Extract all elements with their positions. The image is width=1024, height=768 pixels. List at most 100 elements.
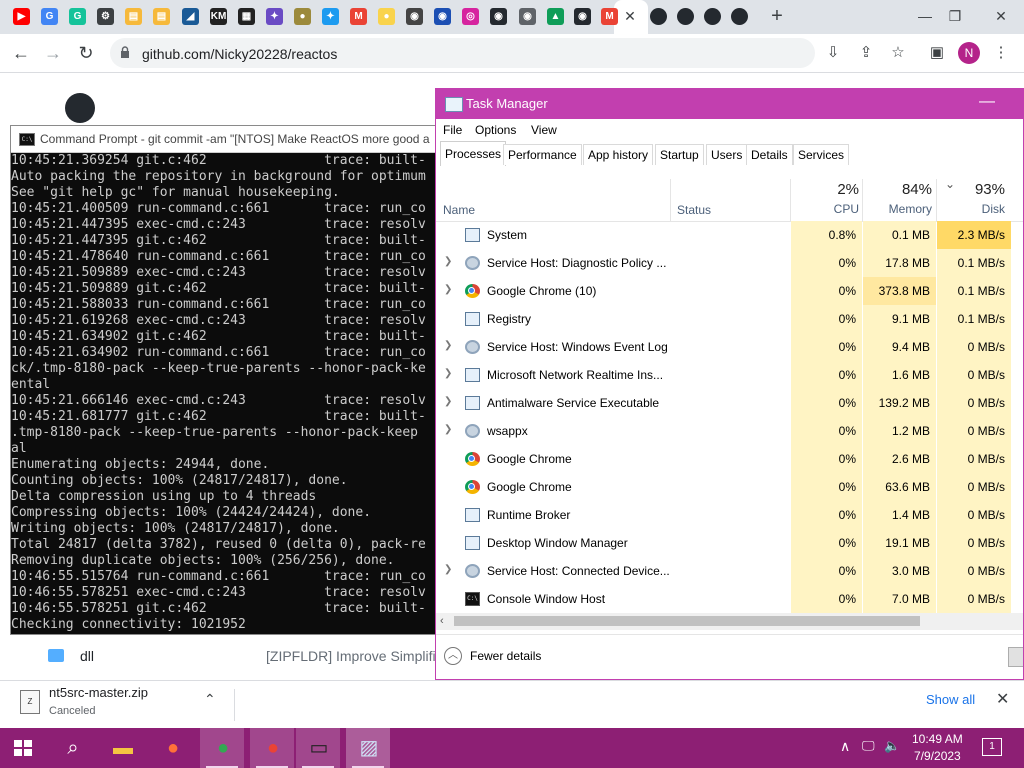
start-button[interactable] — [0, 728, 44, 768]
settings-icon[interactable]: ⚙ — [97, 8, 114, 25]
browser-restore-button[interactable]: ❐ — [940, 6, 970, 26]
youtube-icon[interactable]: ▶ — [13, 8, 30, 25]
forward-arrow-icon[interactable]: → — [40, 41, 66, 65]
process-row[interactable]: ❯ wsappx 0% 1.2 MB 0 MB/s — [436, 417, 1023, 445]
github-icon[interactable] — [731, 8, 748, 25]
task-manager-taskbar-button[interactable]: ▨ — [346, 728, 390, 768]
chrome-profile-n-taskbar-button[interactable]: ● — [250, 728, 294, 768]
file-explorer-taskbar-button[interactable]: ▬ — [100, 728, 144, 768]
github-icon[interactable]: ◉ — [574, 8, 591, 25]
sonic-icon[interactable]: ◉ — [434, 8, 451, 25]
side-panel-icon[interactable]: ▣ — [926, 42, 948, 64]
process-row[interactable]: ❯ Google Chrome (10) 0% 373.8 MB 0.1 MB/s — [436, 277, 1023, 305]
expand-chevron-icon[interactable]: ❯ — [444, 340, 452, 351]
clock-time[interactable]: 10:49 AM — [912, 732, 963, 746]
tab-users[interactable]: Users — [706, 144, 748, 165]
twitter-icon[interactable]: ✦ — [322, 8, 339, 25]
app-icon[interactable]: ◢ — [182, 8, 199, 25]
menu-view[interactable]: View — [531, 123, 557, 137]
tab-services[interactable]: Services — [793, 144, 850, 165]
process-row[interactable]: Desktop Window Manager 0% 19.1 MB 0 MB/s — [436, 529, 1023, 557]
tm-minimize-button[interactable]: — — [974, 93, 1000, 113]
column-status[interactable]: Status — [677, 203, 711, 217]
share-icon[interactable]: ⇪ — [855, 42, 877, 64]
profile-avatar[interactable]: N — [958, 42, 980, 64]
github-icon[interactable] — [704, 8, 721, 25]
github-icon[interactable] — [677, 8, 694, 25]
lock-icon[interactable] — [120, 46, 130, 58]
browser-close-button[interactable]: ✕ — [986, 6, 1016, 26]
scrollbar-thumb[interactable] — [454, 616, 920, 626]
tab-processes[interactable]: Processes — [440, 141, 507, 166]
download-file-name[interactable]: nt5src-master.zip — [49, 685, 148, 700]
chrome-icon[interactable]: ◉ — [519, 8, 536, 25]
folder-icon[interactable]: ▤ — [153, 8, 170, 25]
instagram-icon[interactable]: ◎ — [462, 8, 479, 25]
install-app-icon[interactable]: ⇩ — [822, 42, 844, 64]
bulb-icon[interactable]: ● — [378, 8, 395, 25]
horizontal-scrollbar[interactable]: ‹ — [436, 613, 1023, 630]
gmail-icon[interactable]: M — [350, 8, 367, 25]
download-options-chevron-icon[interactable]: ⌃ — [204, 691, 216, 708]
column-memory[interactable]: Memory — [889, 202, 932, 216]
github-icon[interactable] — [650, 8, 667, 25]
file-row-name[interactable]: dll — [80, 648, 94, 664]
menu-file[interactable]: File — [443, 123, 462, 137]
process-row[interactable]: ❯ Microsoft Network Realtime Ins... 0% 1.6 … — [436, 361, 1023, 389]
scroll-left-icon[interactable]: ‹ — [440, 613, 444, 630]
folder-icon[interactable]: ▤ — [125, 8, 142, 25]
expand-chevron-icon[interactable]: ❯ — [444, 284, 452, 295]
process-row[interactable]: Registry 0% 9.1 MB 0.1 MB/s — [436, 305, 1023, 333]
address-bar[interactable]: github.com/Nicky20228/reactos — [110, 38, 815, 68]
google-icon[interactable]: G — [41, 8, 58, 25]
drive-icon[interactable]: ▲ — [547, 8, 564, 25]
star-icon[interactable]: ✦ — [266, 8, 283, 25]
show-all-downloads-button[interactable]: Show all — [926, 692, 975, 707]
process-row[interactable]: ❯ Service Host: Windows Event Log 0% 9.4 MB… — [436, 333, 1023, 361]
tab-details[interactable]: Details — [746, 144, 793, 165]
back-arrow-icon[interactable]: ← — [8, 41, 34, 65]
new-tab-button[interactable]: + — [766, 5, 788, 27]
column-name[interactable]: Name — [443, 203, 475, 217]
tab-app-history[interactable]: App history — [583, 144, 654, 165]
game-icon[interactable]: ◉ — [406, 8, 423, 25]
network-icon[interactable]: 🖵 — [862, 738, 875, 754]
process-row[interactable]: ❯ Service Host: Diagnostic Policy ... 0% 17… — [436, 249, 1023, 277]
notification-center-icon[interactable]: 1 — [982, 738, 1002, 756]
tab-performance[interactable]: Performance — [503, 144, 582, 165]
grammarly-icon[interactable]: G — [69, 8, 86, 25]
tray-overflow-chevron-icon[interactable]: ∧ — [840, 738, 850, 755]
column-disk[interactable]: Disk — [982, 202, 1005, 216]
tab-close-icon[interactable]: ✕ — [620, 6, 640, 26]
task-manager-window[interactable]: Task Manager — File Options View Process… — [435, 88, 1024, 680]
process-row[interactable]: Runtime Broker 0% 1.4 MB 0 MB/s — [436, 501, 1023, 529]
column-divider[interactable] — [670, 179, 671, 221]
column-divider[interactable] — [862, 179, 863, 221]
process-row[interactable]: Google Chrome 0% 63.6 MB 0 MB/s — [436, 473, 1023, 501]
command-prompt-taskbar-button[interactable]: ▭ — [296, 728, 340, 768]
firefox-taskbar-button[interactable]: ● — [150, 728, 194, 768]
expand-chevron-icon[interactable]: ❯ — [444, 424, 452, 435]
qr-icon[interactable]: ▦ — [238, 8, 255, 25]
menu-options[interactable]: Options — [475, 123, 516, 137]
process-row[interactable]: Google Chrome 0% 2.6 MB 0 MB/s — [436, 445, 1023, 473]
column-divider[interactable] — [936, 179, 937, 221]
process-row[interactable]: ❯ Service Host: Connected Device... 0% 3.0 … — [436, 557, 1023, 585]
file-row[interactable]: dll [ZIPFLDR] Improve Simplified Ch — [30, 645, 473, 667]
url-text[interactable]: github.com/Nicky20228/reactos — [142, 46, 337, 62]
github-icon[interactable]: ◉ — [490, 8, 507, 25]
command-prompt-window[interactable]: C:\ Command Prompt - git commit -am "[NT… — [10, 125, 437, 635]
tab-startup[interactable]: Startup — [655, 144, 704, 165]
process-row[interactable]: System 0.8% 0.1 MB 2.3 MB/s — [436, 221, 1023, 249]
reload-icon[interactable]: ↻ — [73, 41, 99, 65]
cpu-total[interactable]: 2% — [837, 181, 859, 198]
volume-icon[interactable]: 🔈 — [884, 738, 900, 754]
chevron-up-icon[interactable]: ︿ — [444, 647, 462, 665]
expand-chevron-icon[interactable]: ❯ — [444, 564, 452, 575]
column-divider[interactable] — [790, 179, 791, 221]
memory-total[interactable]: 84% — [902, 181, 932, 198]
expand-chevron-icon[interactable]: ❯ — [444, 396, 452, 407]
process-row[interactable]: ❯ Antimalware Service Executable 0% 139.2 M… — [436, 389, 1023, 417]
process-row[interactable]: C:\ Console Window Host 0% 7.0 MB 0 MB/s — [436, 585, 1023, 613]
chrome-profile-taskbar-button[interactable]: ● — [200, 728, 244, 768]
